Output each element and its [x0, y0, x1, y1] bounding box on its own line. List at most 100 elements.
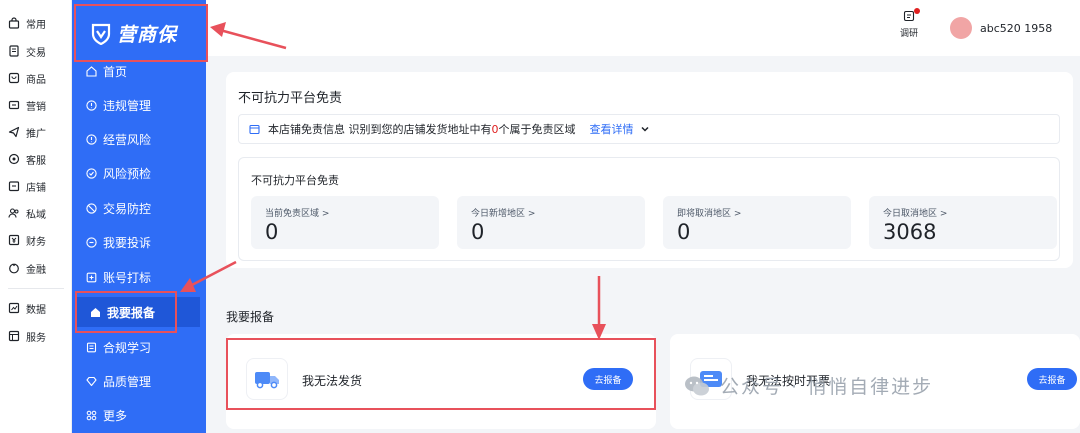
- survey-label: 调研: [899, 29, 918, 39]
- rail-divider: [8, 288, 64, 289]
- go-report-button[interactable]: 去报备: [1027, 368, 1077, 390]
- rail-item-label: 客服: [26, 155, 46, 167]
- nav-label: 账号打标: [103, 270, 152, 285]
- view-details-link[interactable]: 查看详情: [590, 121, 634, 137]
- rail-item-common[interactable]: 常用: [8, 12, 68, 34]
- nav-label: 合规学习: [103, 340, 152, 355]
- home-icon: [86, 65, 97, 77]
- stat-cancelled-today[interactable]: 今日取消地区 > 3068: [869, 196, 1057, 249]
- nav-label: 经营风险: [103, 132, 152, 147]
- nav-risk-precheck[interactable]: 风险预检: [72, 158, 206, 188]
- rail-item-trade[interactable]: 交易: [8, 40, 68, 62]
- top-header: 调研 abc520 1958: [206, 0, 1080, 56]
- notice-prefix: 本店铺免责信息 识别到您的店铺发货地址中有: [268, 123, 492, 136]
- rail-item-label: 财务: [26, 236, 46, 248]
- rail-item-private[interactable]: 私域: [8, 202, 68, 224]
- notice-suffix: 个属于免责区域: [498, 123, 576, 136]
- ticket-icon: [8, 100, 20, 110]
- stat-label: 今日新增地区 >: [471, 209, 536, 219]
- rail-item-banking[interactable]: 金融: [8, 257, 68, 279]
- watermark-text: 公众号 · 悄悄自律进步: [720, 376, 934, 398]
- watermark: 公众号 · 悄悄自律进步: [684, 372, 933, 399]
- notice-count: 0: [491, 122, 499, 136]
- block-icon: [86, 202, 97, 214]
- store-icon: [8, 181, 20, 192]
- exemption-stats-panel: 不可抗力平台免责 当前免责区域 > 0 今日新增地区 > 0 即将取消地区 > …: [238, 157, 1060, 261]
- finance-icon: [8, 234, 20, 246]
- grid-icon: [86, 410, 97, 420]
- document-icon: [9, 45, 19, 57]
- nav-label: 风险预检: [103, 166, 152, 181]
- notification-dot: [914, 8, 920, 14]
- wechat-icon: [685, 376, 709, 395]
- book-icon: [86, 342, 97, 352]
- nav-label: 我要投诉: [103, 235, 152, 250]
- left-icon-rail: 常用 交易 商品 营销 推广 客服 店铺 私域 财务 金融 数据 服务: [0, 0, 72, 433]
- people-icon: [8, 208, 19, 218]
- report-section-title: 我要报备: [226, 310, 275, 324]
- rail-item-store[interactable]: 店铺: [8, 175, 68, 197]
- rail-item-data[interactable]: 数据: [8, 297, 68, 319]
- nav-more[interactable]: 更多: [72, 400, 206, 430]
- survey-button[interactable]: 调研: [894, 8, 924, 44]
- user-menu[interactable]: abc520 1958: [950, 16, 1052, 40]
- arrow-to-report-card: [592, 276, 606, 340]
- avatar: [950, 17, 972, 39]
- nav-label: 违规管理: [103, 98, 152, 113]
- bag-icon: [8, 17, 20, 29]
- stat-value: 3068: [883, 220, 937, 244]
- rail-item-label: 交易: [26, 47, 46, 59]
- complaint-icon: [86, 236, 97, 248]
- sidebar: 营商保 首页 违规管理 经营风险 风险预检 交易防控 我要投诉 账号打标 我要报…: [72, 0, 206, 433]
- rail-item-label: 常用: [26, 19, 46, 31]
- nav-compliance-learning[interactable]: 合规学习: [72, 332, 206, 362]
- diamond-icon: [86, 376, 97, 386]
- nav-account-tag[interactable]: 账号打标: [72, 262, 206, 292]
- rail-item-product[interactable]: 商品: [8, 67, 68, 89]
- card-title: 不可抗力平台免责: [238, 91, 343, 106]
- rail-item-label: 金融: [26, 264, 46, 276]
- nav-business-risk[interactable]: 经营风险: [72, 124, 206, 154]
- precheck-icon: [86, 167, 97, 179]
- stat-current-exempt[interactable]: 当前免责区域 > 0: [251, 196, 439, 249]
- chart-icon: [8, 302, 20, 314]
- coin-icon: [9, 263, 19, 274]
- send-icon: [8, 126, 20, 138]
- store-info-icon: [249, 124, 260, 134]
- nav-trade-control[interactable]: 交易防控: [72, 193, 206, 223]
- rail-item-service-chat[interactable]: 客服: [8, 148, 68, 170]
- rail-item-label: 商品: [26, 74, 46, 86]
- rail-item-finance[interactable]: 财务: [8, 229, 68, 251]
- rail-item-label: 服务: [26, 332, 46, 344]
- rail-item-label: 数据: [26, 304, 46, 316]
- stat-new-today[interactable]: 今日新增地区 > 0: [457, 196, 645, 249]
- stat-label: 当前免责区域 >: [265, 209, 330, 219]
- exemption-notice: 本店铺免责信息 识别到您的店铺发货地址中有 0 个属于免责区域 查看详情: [238, 114, 1060, 144]
- product-icon: [8, 72, 20, 84]
- nav-complaint[interactable]: 我要投诉: [72, 227, 206, 257]
- nav-label: 更多: [103, 408, 128, 423]
- nav-label: 首页: [103, 64, 128, 79]
- rail-item-label: 店铺: [26, 182, 46, 194]
- rail-item-marketing[interactable]: 营销: [8, 94, 68, 116]
- rail-item-promote[interactable]: 推广: [8, 121, 68, 143]
- nav-label: 品质管理: [103, 374, 152, 389]
- annotation-box-report-nav: [75, 291, 177, 333]
- stat-label: 今日取消地区 >: [883, 209, 948, 219]
- rail-item-label: 推广: [26, 128, 46, 140]
- stat-cancelling-soon[interactable]: 即将取消地区 > 0: [663, 196, 851, 249]
- rail-item-services[interactable]: 服务: [8, 325, 68, 347]
- alert-circle-icon: [86, 99, 97, 111]
- nav-violation[interactable]: 违规管理: [72, 90, 206, 120]
- nav-quality[interactable]: 品质管理: [72, 366, 206, 396]
- user-name: abc520 1958: [980, 21, 1053, 35]
- stat-value: 0: [471, 220, 485, 244]
- chevron-down-icon[interactable]: [640, 124, 650, 134]
- rail-item-label: 营销: [26, 101, 46, 113]
- headset-icon: [8, 153, 20, 165]
- warning-circle-icon: [86, 133, 97, 145]
- stat-value: 0: [265, 220, 279, 244]
- annotation-box-logo: [74, 4, 208, 62]
- annotation-box-report-card: [226, 338, 656, 410]
- stat-value: 0: [677, 220, 691, 244]
